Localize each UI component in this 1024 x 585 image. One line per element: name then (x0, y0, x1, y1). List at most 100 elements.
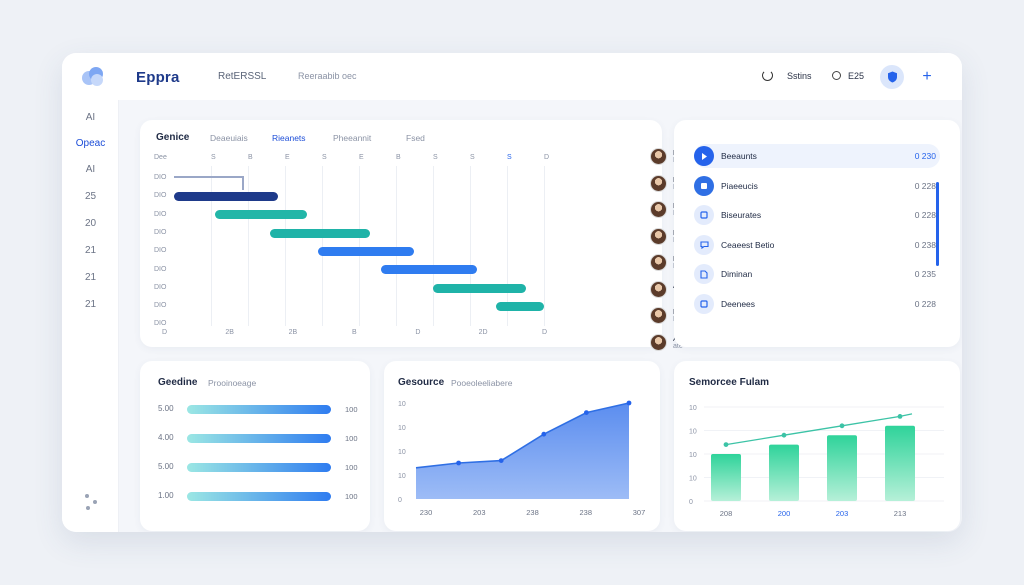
plus-icon: + (922, 68, 932, 85)
area-fill (416, 403, 629, 499)
dots-icon[interactable] (82, 492, 100, 512)
avatar (650, 201, 667, 218)
gantt-task-bar[interactable] (174, 192, 278, 201)
gantt-bottom-tick: D (162, 329, 168, 336)
bar-x-tick: 203 (836, 509, 849, 518)
count-label[interactable]: E25 (848, 71, 864, 81)
sidebar-item-1[interactable]: AI (62, 112, 119, 123)
shield-button[interactable] (880, 65, 904, 89)
progress-track[interactable] (187, 434, 331, 443)
gantt-task-bar[interactable] (381, 265, 478, 275)
progress-max: 100 (345, 434, 358, 443)
tab-gantt-2[interactable]: Rieanets (272, 133, 306, 143)
area-chart-card: Gesource Pooeoleeliabere 0 10 10 10 10 230 203… (384, 361, 660, 531)
nav-primary[interactable]: RetERSSL (218, 71, 266, 82)
bar-y-tick: 10 (689, 452, 697, 459)
progress-label: 1.00 (158, 491, 174, 500)
brand-name: Eppra (136, 69, 180, 86)
resource-name: Deenees (721, 298, 756, 309)
gantt-task-bar[interactable] (318, 246, 415, 256)
bar-x-tick: 208 (720, 509, 733, 518)
progress-title: Geedine (158, 377, 198, 388)
gantt-gridline (248, 166, 249, 326)
gantt-top-tick: S (470, 154, 475, 161)
gantt-top-tick: S (433, 154, 438, 161)
gantt-row-label: DIO (154, 265, 167, 273)
resource-item[interactable]: Diminan 0 235 (694, 262, 940, 286)
gantt-bottom-tick: D (542, 329, 548, 336)
gantt-task-bar[interactable] (270, 228, 371, 238)
gantt-top-tick: B (248, 154, 253, 161)
progress-card: Geedine Prooinoeage 5.00 100 4.00 100 5.00 10… (140, 361, 370, 531)
avatar (650, 227, 667, 245)
avatar (650, 174, 667, 192)
gantt-row-label: DIO (154, 302, 167, 310)
progress-max: 100 (345, 463, 358, 472)
sidebar-item-5[interactable]: 20 (62, 218, 119, 229)
gantt-top-tick: E (359, 154, 364, 161)
add-button[interactable]: + (915, 65, 939, 89)
area-y-tick: 10 (398, 473, 406, 480)
gantt-gridline (211, 166, 212, 326)
status-label[interactable]: Sstins (787, 71, 812, 81)
resource-item[interactable]: Piaeeucis 0 228 (694, 174, 940, 198)
avatar (650, 307, 667, 324)
dashboard-window: Eppra RetERSSL Reeraabib oec Sstins E25 … (62, 53, 962, 532)
bar-x-tick: 200 (778, 509, 791, 518)
gantt-top-tick: S (322, 154, 327, 161)
bar-y-tick: 0 (689, 499, 693, 506)
sidebar-item-7[interactable]: 21 (62, 272, 119, 283)
sidebar-item-2[interactable]: Opeac (62, 138, 119, 149)
resource-name: Diminan (721, 269, 753, 279)
sidebar-item-8[interactable]: 21 (62, 299, 119, 310)
gantt-gridline (433, 166, 434, 326)
gantt-row-label: DIO (154, 247, 167, 255)
square-icon (694, 205, 714, 225)
progress-track[interactable] (187, 463, 331, 472)
avatar (650, 148, 667, 165)
gantt-bottom-tick: D (415, 329, 421, 336)
gantt-task-bar[interactable] (214, 210, 308, 220)
resource-item[interactable]: Deenees 0 228 (694, 292, 940, 316)
area-x-tick: 230 (420, 508, 433, 517)
tab-gantt-4[interactable]: Fsed (406, 133, 425, 143)
gantt-bottom-tick: 2B (225, 329, 234, 336)
resource-name: Ceaeest Betio (721, 239, 775, 250)
bar-y-tick: 10 (689, 429, 697, 436)
resource-item[interactable]: Beeaunts 0 230 (694, 144, 940, 168)
area-y-tick: 10 (398, 425, 406, 432)
gantt-milestone-bracket (174, 176, 244, 190)
gantt-gridline (470, 166, 471, 326)
bar-chart-card: Semorcee Fulam 0 10 10 10 10 208 200 203 213 (674, 361, 960, 531)
area-point (541, 431, 547, 437)
tab-gantt-1[interactable]: Deaeuiais (210, 133, 248, 143)
sidebar-item-4[interactable]: 25 (62, 191, 119, 202)
resource-value: 0 230 (914, 151, 936, 161)
trend-point (723, 442, 729, 447)
gantt-top-tick: B (396, 154, 401, 161)
bar-chart: 0 10 10 10 10 208 200 203 213 (689, 405, 944, 518)
shield-icon (887, 71, 897, 83)
sidebar-item-6[interactable]: 21 (62, 245, 119, 256)
tab-gantt-3[interactable]: Pheeannit (333, 133, 371, 143)
nav-secondary[interactable]: Reeraabib oec (298, 71, 357, 81)
area-x-tick: 238 (579, 508, 592, 517)
area-x-tick: 307 (633, 508, 646, 517)
resource-name: Piaeeucis (721, 180, 758, 191)
progress-label: 5.00 (158, 462, 174, 471)
logo-icon (82, 67, 103, 86)
gantt-gridline (285, 166, 286, 326)
progress-track[interactable] (187, 492, 331, 501)
resource-item[interactable]: Ceaeest Betio 0 238 (694, 233, 940, 257)
resource-name: Beeaunts (721, 151, 757, 161)
scrollbar[interactable] (936, 182, 939, 266)
gantt-task-bar[interactable] (495, 301, 544, 311)
resource-item[interactable]: Biseurates 0 228 (694, 203, 940, 227)
sidebar-item-3[interactable]: AI (62, 164, 119, 175)
progress-track[interactable] (187, 405, 331, 414)
gantt-top-tick: S (507, 154, 512, 161)
gantt-top-tick: Dee (154, 154, 167, 161)
gantt-task-bar[interactable] (433, 283, 526, 293)
top-bar: Eppra RetERSSL Reeraabib oec Sstins E25 … (62, 53, 962, 100)
gantt-row-label: DIO (154, 283, 167, 291)
